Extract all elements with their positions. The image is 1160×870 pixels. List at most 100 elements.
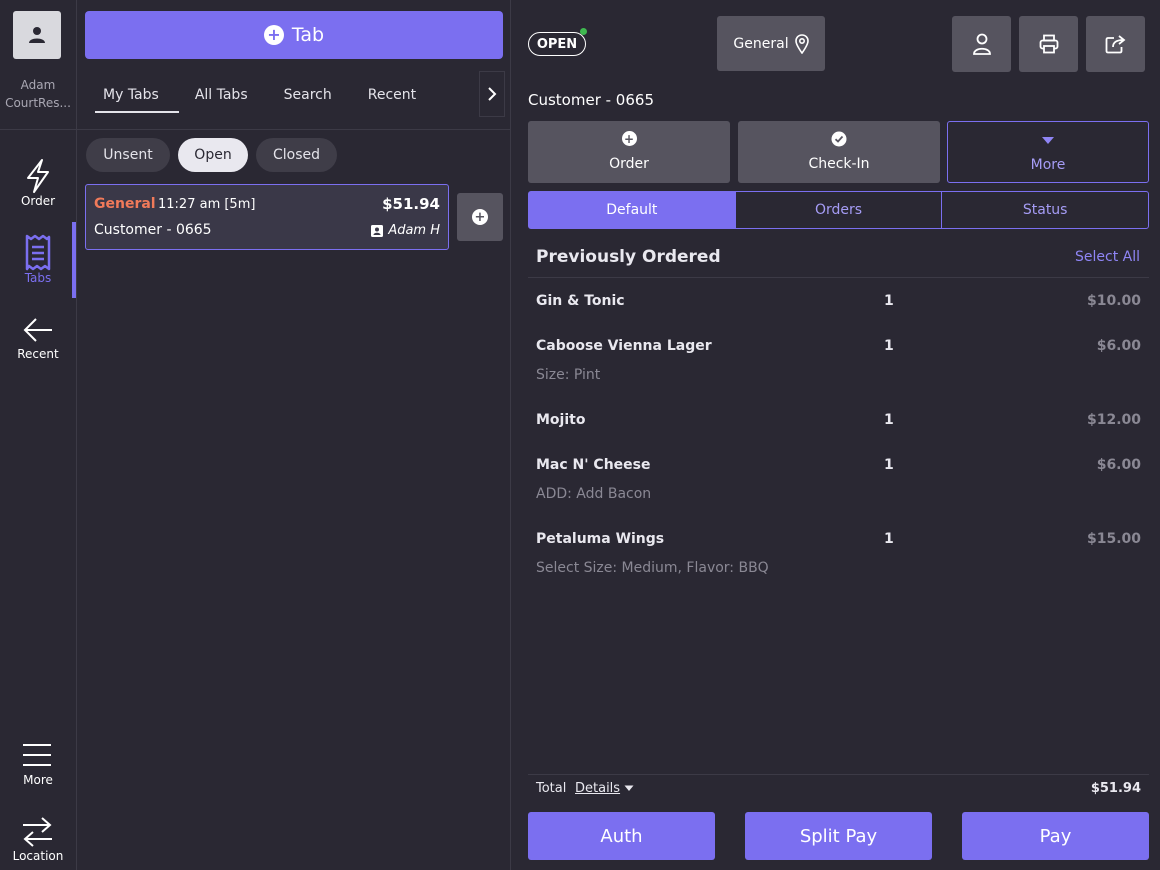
nav-more[interactable]: More <box>0 730 76 800</box>
item-modifier: Select Size: Medium, Flavor: BBQ <box>536 560 769 576</box>
nav-recent-label: Recent <box>17 347 59 361</box>
item-price: $15.00 <box>1086 531 1141 547</box>
tab-orders[interactable]: Orders <box>736 192 943 228</box>
plus-circle-icon: + <box>472 209 488 225</box>
map-pin-icon <box>794 33 809 54</box>
person-icon <box>972 33 991 55</box>
item-name: Caboose Vienna Lager <box>536 338 712 354</box>
share-icon <box>1105 35 1125 54</box>
select-all-link[interactable]: Select All <box>1075 249 1140 265</box>
tab-card-location: General <box>94 196 156 212</box>
auth-button[interactable]: Auth <box>528 812 715 860</box>
filter-unsent[interactable]: Unsent <box>86 138 170 172</box>
nav-tabs[interactable]: Tabs <box>0 226 76 296</box>
plus-circle-icon: + <box>621 131 637 146</box>
nav-order-label: Order <box>20 194 56 208</box>
order-button-label: Order <box>609 156 649 172</box>
item-name: Mojito <box>536 412 586 428</box>
person-icon <box>29 27 45 43</box>
nav-more-label: More <box>23 773 53 787</box>
total-label: Total <box>536 781 567 796</box>
tab-segments: My Tabs All Tabs Search Recent <box>85 74 434 116</box>
section-title: Previously Ordered <box>536 247 721 267</box>
checkin-button-label: Check-In <box>808 156 870 172</box>
total-amount: $51.94 <box>1090 781 1141 796</box>
plus-circle-icon: + <box>263 25 284 45</box>
nav-tabs-label: Tabs <box>24 271 52 285</box>
item-qty: 1 <box>884 338 894 354</box>
nav-order[interactable]: Order <box>0 150 76 220</box>
tab-status[interactable]: Status <box>942 192 1148 228</box>
user-avatar[interactable] <box>13 11 61 59</box>
more-actions-button[interactable]: More <box>947 121 1149 183</box>
print-button[interactable] <box>1019 16 1078 72</box>
item-name: Gin & Tonic <box>536 293 625 309</box>
nav-recent[interactable]: Recent <box>0 302 76 372</box>
item-qty: 1 <box>884 293 894 309</box>
order-button[interactable]: + Order <box>528 121 730 183</box>
caret-down-icon <box>1042 137 1054 144</box>
receipt-icon <box>25 234 51 271</box>
tab-card-customer: Customer - 0665 <box>94 222 212 238</box>
list-divider <box>528 277 1149 278</box>
total-details-link[interactable]: Details <box>575 781 634 796</box>
more-actions-label: More <box>1030 157 1066 173</box>
pay-button[interactable]: Pay <box>962 812 1149 860</box>
nav-location[interactable]: Location <box>0 806 76 870</box>
arrow-left-icon <box>23 318 52 342</box>
item-qty: 1 <box>884 457 894 473</box>
printer-icon <box>1039 34 1058 54</box>
segment-my-tabs[interactable]: My Tabs <box>85 74 179 116</box>
status-indicator-dot <box>580 28 587 35</box>
check-badge-icon <box>831 131 847 147</box>
tabs-panel: + Tab My Tabs All Tabs Search Recent Uns… <box>77 0 511 870</box>
tab-card-server: Adam H <box>371 223 440 238</box>
customer-button[interactable] <box>952 16 1011 72</box>
item-name: Petaluma Wings <box>536 531 665 547</box>
add-order-button[interactable]: + <box>457 193 503 241</box>
item-price: $6.00 <box>1096 457 1141 473</box>
tab-card[interactable]: General 11:27 am [5m] $51.94 Customer - … <box>85 184 449 250</box>
lightning-icon <box>27 159 49 193</box>
chevron-right-icon[interactable] <box>479 71 505 117</box>
swap-arrows-icon <box>23 817 52 847</box>
view-tabs: Default Orders Status <box>528 191 1149 229</box>
segment-search[interactable]: Search <box>266 74 350 116</box>
segment-recent[interactable]: Recent <box>350 74 434 116</box>
nav-rail: Adam CourtRes... Order Tabs Recent More … <box>0 0 77 870</box>
tab-card-time: 11:27 am [5m] <box>158 197 256 212</box>
item-qty: 1 <box>884 412 894 428</box>
filter-open[interactable]: Open <box>178 138 248 172</box>
tab-card-total: $51.94 <box>382 195 440 213</box>
split-pay-button[interactable]: Split Pay <box>745 812 932 860</box>
item-price: $10.00 <box>1086 293 1141 309</box>
item-modifier: Size: Pint <box>536 367 601 383</box>
item-price: $6.00 <box>1096 338 1141 354</box>
user-name: Adam CourtRes... <box>5 78 71 110</box>
rail-divider <box>0 129 76 130</box>
checkin-button[interactable]: Check-In <box>738 121 940 183</box>
menu-icon <box>23 744 51 766</box>
nav-active-indicator <box>72 222 76 298</box>
total-divider <box>528 774 1149 775</box>
segment-all-tabs[interactable]: All Tabs <box>177 74 266 116</box>
details-label: Details <box>575 781 621 796</box>
tab-default[interactable]: Default <box>529 192 736 228</box>
share-button[interactable] <box>1086 16 1145 72</box>
new-tab-label: Tab <box>291 24 325 46</box>
location-label: General <box>733 35 789 52</box>
item-modifier: ADD: Add Bacon <box>536 486 652 502</box>
new-tab-button[interactable]: + Tab <box>85 11 503 59</box>
location-button[interactable]: General <box>717 16 825 71</box>
filter-closed[interactable]: Closed <box>256 138 337 172</box>
mid-divider <box>77 129 511 130</box>
customer-name: Customer - 0665 <box>528 91 654 109</box>
tab-detail: OPEN General Customer - 0665 + Order Che… <box>512 0 1160 870</box>
contact-card-icon <box>371 224 384 237</box>
nav-location-label: Location <box>12 849 64 863</box>
status-badge: OPEN <box>528 32 586 56</box>
caret-down-icon <box>624 785 634 791</box>
item-name: Mac N' Cheese <box>536 457 651 473</box>
item-price: $12.00 <box>1086 412 1141 428</box>
item-qty: 1 <box>884 531 894 547</box>
